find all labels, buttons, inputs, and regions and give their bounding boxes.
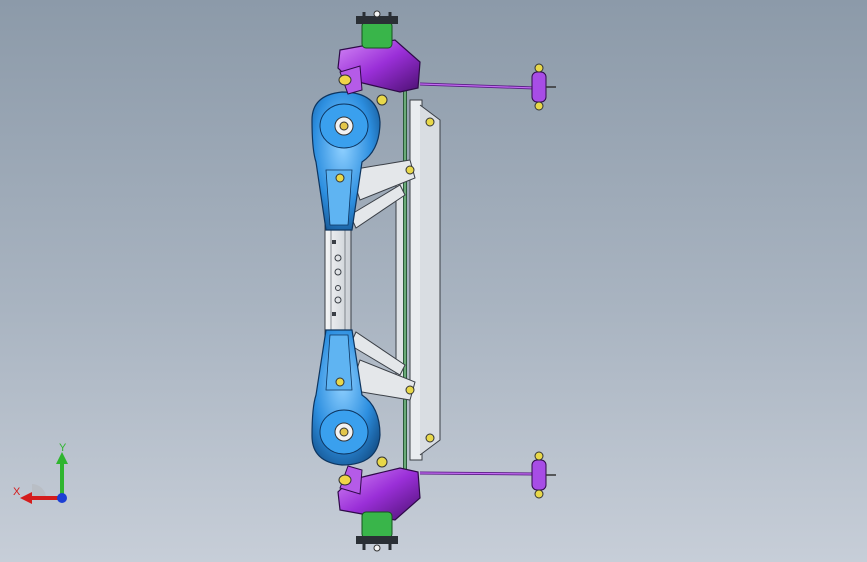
suspension-assembly[interactable]: [311, 10, 556, 552]
x-axis-label: X: [13, 486, 21, 498]
cad-viewport[interactable]: [0, 0, 867, 562]
toe-link-bottom[interactable]: [419, 451, 556, 499]
hub-top: [356, 10, 398, 49]
z-axis-dot: [57, 493, 67, 503]
axis-triad: Y X: [13, 442, 68, 504]
side-rails: [395, 90, 441, 470]
y-axis-arrow: [56, 452, 68, 498]
toe-link-top[interactable]: [419, 63, 556, 111]
y-axis-label: Y: [59, 442, 67, 454]
hub-bottom: [356, 511, 398, 552]
